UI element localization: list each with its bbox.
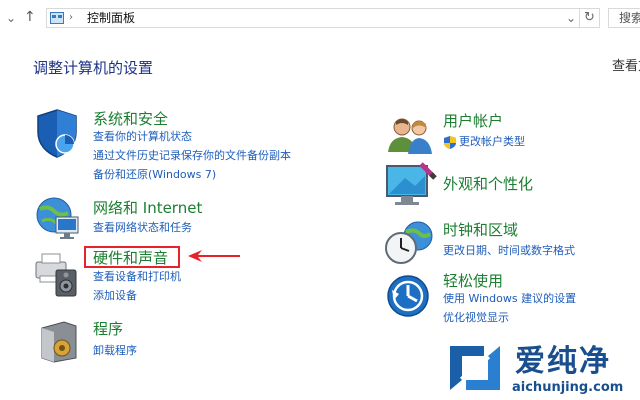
link-network-status[interactable]: 查看网络状态和任务: [93, 220, 192, 236]
address-dropdown-icon[interactable]: ⌄: [566, 10, 576, 26]
category-network-internet[interactable]: 网络和 Internet: [93, 199, 202, 217]
address-bar-row: ⌄ ↑ › 控制面板 ⌄ ↻ 搜索: [0, 0, 640, 36]
category-programs[interactable]: 程序: [93, 320, 123, 338]
printer-speaker-icon: [35, 253, 77, 297]
network-globe-icon: [36, 197, 79, 239]
link-add-device[interactable]: 添加设备: [93, 288, 137, 304]
category-clock-region[interactable]: 时钟和区域: [443, 221, 518, 239]
search-placeholder: 搜索: [619, 11, 640, 25]
link-file-history[interactable]: 通过文件历史记录保存你的文件备份副本: [93, 148, 291, 164]
refresh-icon: ↻: [584, 10, 595, 25]
category-appearance-personalization[interactable]: 外观和个性化: [443, 175, 533, 193]
breadcrumb-separator-icon: ›: [69, 12, 73, 23]
link-change-date-time-format[interactable]: 更改日期、时间或数字格式: [443, 243, 575, 259]
link-view-computer-status[interactable]: 查看你的计算机状态: [93, 129, 192, 145]
link-recommended-settings[interactable]: 使用 Windows 建议的设置: [443, 291, 576, 307]
uac-shield-icon: [444, 136, 456, 149]
refresh-button[interactable]: ↻: [580, 8, 600, 28]
watermark-url: aichunjing.com: [512, 380, 624, 395]
category-user-accounts[interactable]: 用户帐户: [443, 112, 503, 130]
link-uninstall-program[interactable]: 卸载程序: [93, 343, 137, 359]
up-arrow-icon[interactable]: ↑: [24, 9, 36, 25]
watermark-brand: 爱纯净: [515, 344, 611, 379]
user-accounts-icon: [388, 118, 432, 154]
watermark-logo-icon: [450, 346, 500, 390]
link-backup-restore[interactable]: 备份和还原(Windows 7): [93, 167, 216, 183]
breadcrumb-control-panel[interactable]: 控制面板: [87, 9, 135, 27]
control-panel-icon: [50, 12, 64, 24]
ease-of-access-icon: [387, 275, 429, 317]
category-ease-of-access[interactable]: 轻松使用: [443, 272, 503, 290]
link-devices-printers[interactable]: 查看设备和打印机: [93, 269, 181, 285]
red-arrow-icon: [188, 250, 240, 262]
view-by-label[interactable]: 查看方: [612, 58, 640, 76]
search-input[interactable]: 搜索: [608, 8, 640, 28]
category-system-security[interactable]: 系统和安全: [93, 110, 168, 128]
page-title: 调整计算机的设置: [33, 59, 154, 77]
link-optimize-visual-display[interactable]: 优化视觉显示: [443, 310, 509, 326]
appearance-monitor-icon: [386, 162, 437, 205]
programs-icon: [41, 321, 77, 363]
address-field[interactable]: › 控制面板 ⌄: [46, 8, 580, 28]
clock-globe-icon: [385, 221, 433, 264]
shield-icon: [37, 109, 77, 158]
link-change-account-type[interactable]: 更改帐户类型: [459, 134, 525, 150]
chevron-down-icon[interactable]: ⌄: [6, 10, 16, 26]
category-hardware-sound[interactable]: 硬件和声音: [93, 249, 168, 267]
